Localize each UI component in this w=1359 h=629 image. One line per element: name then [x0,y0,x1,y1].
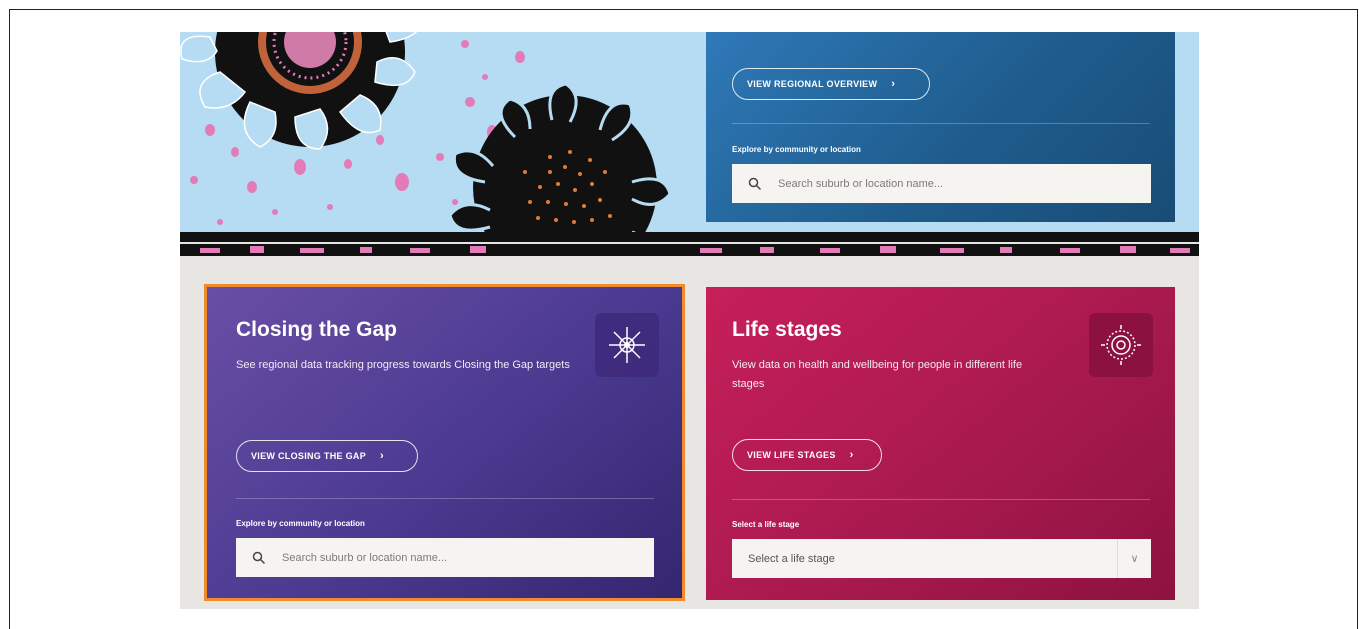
regional-search-input[interactable] [776,176,1080,191]
page: VIEW REGIONAL OVERVIEW › Explore by comm… [180,32,1199,609]
life-stages-card[interactable]: Life stages View data on health and well… [706,287,1175,600]
view-life-stages-label: VIEW LIFE STAGES [747,450,836,460]
life-stages-title: Life stages [732,318,842,341]
closing-the-gap-title: Closing the Gap [236,318,398,341]
select-life-stage-label: Select a life stage [732,520,800,529]
chevron-right-icon: › [849,449,854,461]
closing-the-gap-description: See regional data tracking progress towa… [236,359,570,371]
search-icon [252,551,266,564]
life-stages-description: View data on health and wellbeing for pe… [732,359,1023,390]
view-closing-the-gap-label: VIEW CLOSING THE GAP [251,451,367,461]
view-closing-the-gap-button[interactable]: VIEW CLOSING THE GAP › [236,440,418,472]
closing-the-gap-search-input[interactable] [280,550,584,565]
explore-label: Explore by community or location [732,145,861,154]
explore-label: Explore by community or location [236,519,365,528]
closing-the-gap-icon [595,313,659,377]
closing-the-gap-card[interactable]: Closing the Gap See regional data tracki… [204,284,685,601]
life-stage-select[interactable]: Select a life stage ∨ [732,539,1151,578]
concentric-circles-icon [1101,325,1141,365]
divider [236,498,654,499]
chevron-right-icon: › [891,78,896,90]
closing-the-gap-search-field[interactable] [236,538,654,577]
starburst-icon [609,327,645,363]
divider [732,499,1150,500]
regional-overview-card: VIEW REGIONAL OVERVIEW › Explore by comm… [706,32,1175,222]
chevron-down-icon[interactable]: ∨ [1117,539,1151,578]
life-stage-select-value: Select a life stage [748,552,835,565]
divider [732,123,1150,124]
view-regional-overview-button[interactable]: VIEW REGIONAL OVERVIEW › [732,68,930,100]
view-life-stages-button[interactable]: VIEW LIFE STAGES › [732,439,882,471]
view-regional-overview-label: VIEW REGIONAL OVERVIEW [747,79,878,89]
life-stages-icon [1089,313,1153,377]
regional-search-field[interactable] [732,164,1151,203]
decorative-band [180,232,1199,256]
chevron-right-icon: › [380,450,384,462]
search-icon [748,177,762,190]
